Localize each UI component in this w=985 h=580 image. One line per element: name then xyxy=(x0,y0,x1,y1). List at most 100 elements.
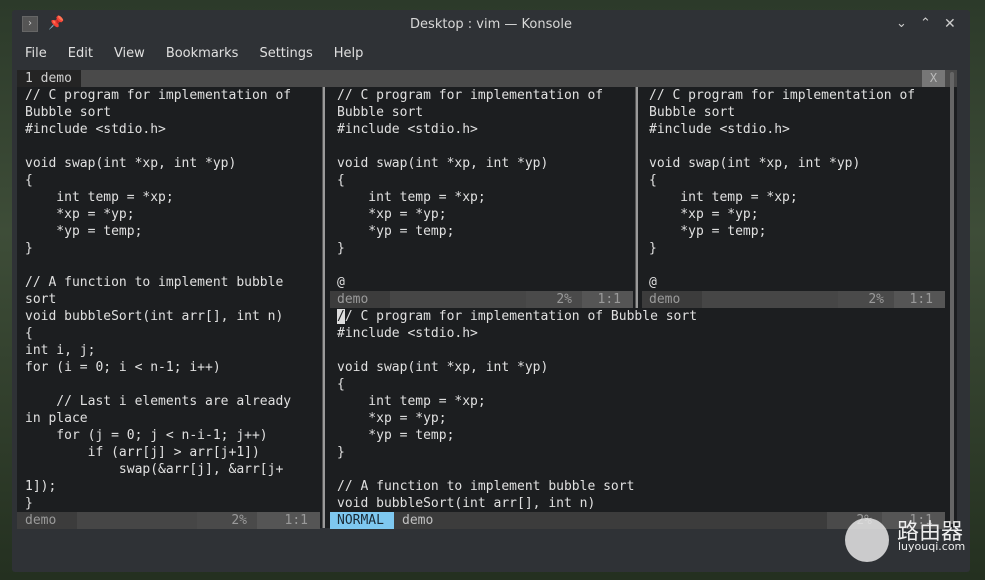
code-line: Bubble sort xyxy=(649,105,736,120)
status-filename: demo xyxy=(337,292,369,307)
konsole-window: › 📌 Desktop : vim — Konsole ⌄ ⌃ ✕ File E… xyxy=(12,10,970,572)
code-line: 1]); xyxy=(25,479,57,494)
code-line: *yp = temp; xyxy=(649,224,767,239)
code-line: #include <stdio.h> xyxy=(25,122,166,137)
top-right-statusline: demo 2% 1:1 xyxy=(642,291,945,308)
code-line: // C program for implementation of xyxy=(337,88,604,103)
code-line: for (i = 0; i < n-1; i++) xyxy=(25,360,221,375)
top-middle-statusline: demo 2% 1:1 xyxy=(330,291,633,308)
maximize-chevron-up-icon[interactable]: ⌃ xyxy=(920,16,931,31)
menu-help[interactable]: Help xyxy=(334,46,364,68)
status-position: 1:1 xyxy=(582,291,633,308)
code-line: { xyxy=(25,173,33,188)
code-line: { xyxy=(25,326,33,341)
cursor: / xyxy=(337,309,345,324)
code-line: // C program for implementation of xyxy=(649,88,916,103)
minimize-chevron-down-icon[interactable]: ⌄ xyxy=(896,16,907,31)
code-line: } xyxy=(25,496,33,511)
status-percent: 2% xyxy=(197,512,257,529)
status-filename: demo xyxy=(649,292,681,307)
menu-bookmarks[interactable]: Bookmarks xyxy=(166,46,239,68)
status-position: 1:1 xyxy=(894,291,945,308)
vim-mode-badge: NORMAL xyxy=(330,512,394,529)
code-line: // A function to implement bubble sort xyxy=(337,479,635,494)
terminal[interactable]: 1 demo X // C program for implementation… xyxy=(17,70,957,529)
status-filename: demo xyxy=(25,513,57,528)
vertical-split-divider[interactable] xyxy=(322,87,325,528)
code-line: void bubbleSort(int arr[], int n) xyxy=(337,496,596,511)
left-pane-text[interactable]: // C program for implementation of Bubble… xyxy=(25,87,291,512)
window-title: Desktop : vim — Konsole xyxy=(410,17,572,32)
code-line: { xyxy=(649,173,657,188)
top-right-pane-text[interactable]: // C program for implementation of Bubble… xyxy=(649,87,915,291)
code-line: int temp = *xp; xyxy=(337,190,486,205)
status-position: 1:1 xyxy=(257,512,320,529)
menu-file[interactable]: File xyxy=(25,46,47,68)
code-line: int i, j; xyxy=(25,343,96,358)
code-line: *xp = *yp; xyxy=(649,207,759,222)
code-line: *xp = *yp; xyxy=(337,411,447,426)
code-line: *yp = temp; xyxy=(337,224,455,239)
code-line: for (j = 0; j < n-i-1; j++) xyxy=(25,428,268,443)
menu-bar: File Edit View Bookmarks Settings Help xyxy=(12,46,371,68)
code-line: int temp = *xp; xyxy=(25,190,174,205)
code-line: } xyxy=(25,241,33,256)
scrollbar[interactable] xyxy=(950,72,954,524)
bottom-pane-first-line[interactable]: // C program for implementation of Bubbl… xyxy=(337,308,697,325)
watermark-url: luyouqi.com xyxy=(898,540,966,553)
code-line: *yp = temp; xyxy=(25,224,143,239)
code-line: // C program for implementation of xyxy=(25,88,292,103)
code-line: Bubble sort xyxy=(337,105,424,120)
tab-close-button[interactable]: X xyxy=(922,70,945,87)
title-bar: › 📌 Desktop : vim — Konsole ⌄ ⌃ ✕ xyxy=(12,10,970,40)
code-line: { xyxy=(337,377,345,392)
tab-demo[interactable]: 1 demo xyxy=(17,70,81,87)
code-line: { xyxy=(337,173,345,188)
code-line: in place xyxy=(25,411,88,426)
code-line: } xyxy=(337,241,345,256)
code-line: } xyxy=(337,445,345,460)
code-line: swap(&arr[j], &arr[j+ xyxy=(25,462,284,477)
status-percent: 2% xyxy=(526,291,582,308)
code-line: void swap(int *xp, int *yp) xyxy=(337,360,549,375)
code-line: *xp = *yp; xyxy=(25,207,135,222)
code-line: Bubble sort xyxy=(25,105,112,120)
code-line: int temp = *xp; xyxy=(649,190,798,205)
code-line: void swap(int *xp, int *yp) xyxy=(649,156,861,171)
close-icon[interactable]: ✕ xyxy=(944,16,956,32)
code-line: void swap(int *xp, int *yp) xyxy=(337,156,549,171)
code-line: // A function to implement bubble xyxy=(25,275,284,290)
bottom-pane-text[interactable]: #include <stdio.h> void swap(int *xp, int… xyxy=(337,325,634,512)
code-line: sort xyxy=(25,292,57,307)
code-line: // Last i elements are already xyxy=(25,394,292,409)
menu-view[interactable]: View xyxy=(114,46,145,68)
router-logo-icon xyxy=(845,518,889,562)
code-line: #include <stdio.h> xyxy=(337,326,478,341)
code-line: *xp = *yp; xyxy=(337,207,447,222)
code-line: void swap(int *xp, int *yp) xyxy=(25,156,237,171)
status-percent: 2% xyxy=(838,291,894,308)
code-line: } xyxy=(649,241,657,256)
code-line: @ xyxy=(337,275,345,290)
status-filename: demo xyxy=(402,513,434,528)
vertical-split-divider[interactable] xyxy=(635,87,638,308)
code-line: *yp = temp; xyxy=(337,428,455,443)
code-line: if (arr[j] > arr[j+1]) xyxy=(25,445,260,460)
code-line: #include <stdio.h> xyxy=(649,122,790,137)
vim-tabline: 1 demo X xyxy=(17,70,957,87)
code-line: int temp = *xp; xyxy=(337,394,486,409)
menu-settings[interactable]: Settings xyxy=(259,46,312,68)
menu-edit[interactable]: Edit xyxy=(68,46,93,68)
code-line: #include <stdio.h> xyxy=(337,122,478,137)
code-line: void bubbleSort(int arr[], int n) xyxy=(25,309,284,324)
left-statusline: demo 2% 1:1 xyxy=(17,512,320,529)
top-middle-pane-text[interactable]: // C program for implementation of Bubble… xyxy=(337,87,603,291)
